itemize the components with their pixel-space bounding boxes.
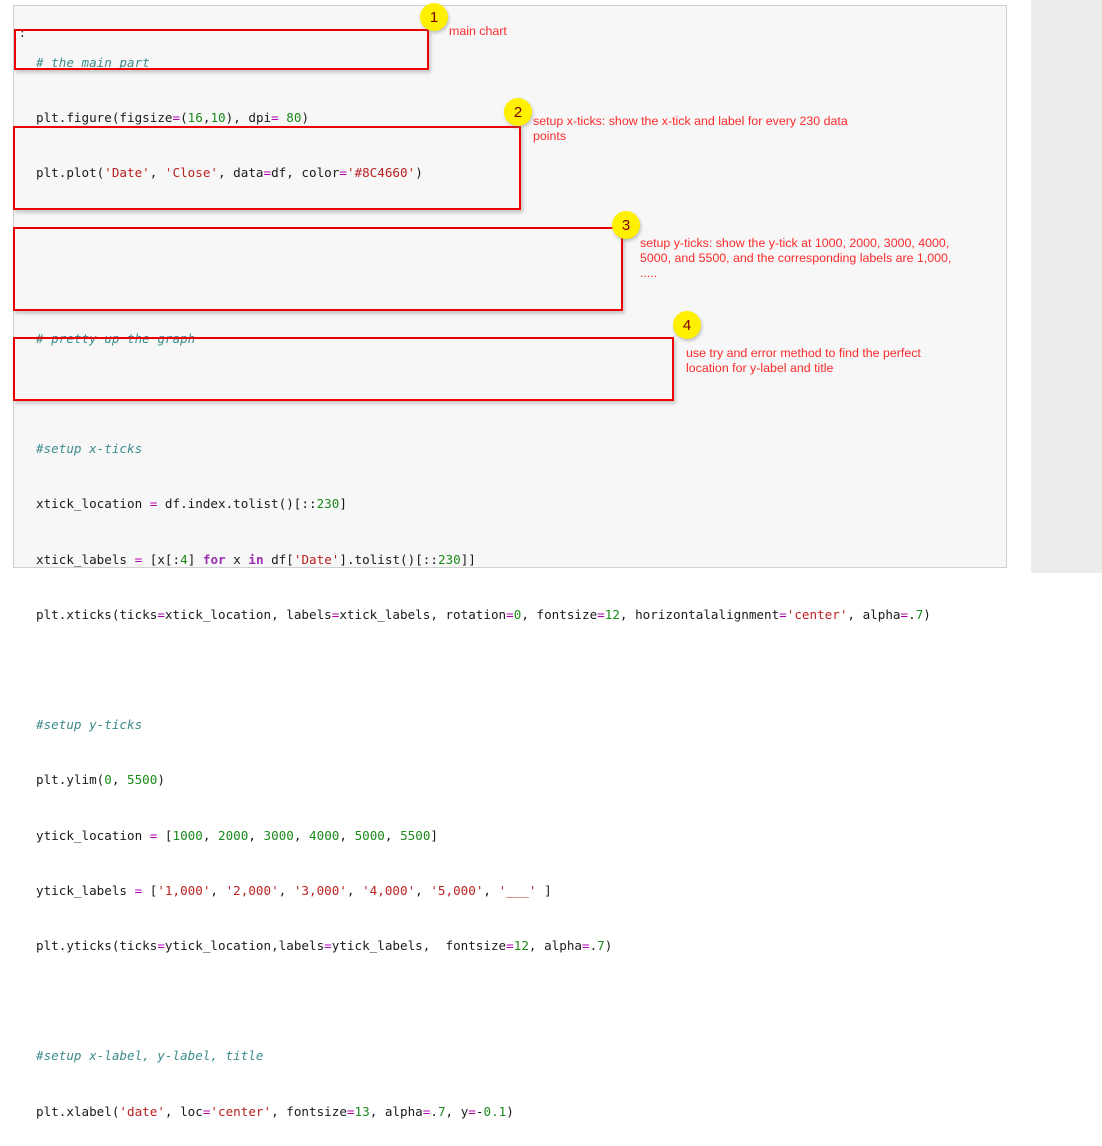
code-line: ytick_location = [1000, 2000, 3000, 4000… — [36, 827, 931, 845]
code-line: plt.ylim(0, 5500) — [36, 771, 931, 789]
code-line-text: plt.xlabel('date', loc='center', fontsiz… — [36, 1103, 514, 1119]
code-line-text: plt.ylim(0, 5500) — [36, 772, 165, 788]
code-line-text: ytick_location = [1000, 2000, 3000, 4000… — [36, 827, 439, 843]
annotation-badge-number: 3 — [621, 216, 631, 234]
notebook-root: : # the main part plt.figure(figsize=(16… — [0, 0, 1102, 1119]
code-line-text: plt.plot('Date', 'Close', data=df, color… — [36, 165, 423, 181]
notebook-right-gutter — [1008, 0, 1031, 573]
code-line: plt.yticks(ticks=ytick_location,labels=y… — [36, 937, 931, 955]
code-editor-content[interactable]: # the main part plt.figure(figsize=(16,1… — [36, 17, 931, 1146]
annotation-note-3: setup y-ticks: show the y-tick at 1000, … — [640, 236, 952, 280]
code-line-text: ytick_labels = ['1,000', '2,000', '3,000… — [36, 882, 552, 898]
annotation-badge-1: 1 — [420, 3, 448, 31]
annotation-badge-number: 1 — [429, 8, 439, 26]
annotation-note-4: use try and error method to find the per… — [686, 346, 921, 375]
code-line: xtick_labels = [x[:4] for x in df['Date'… — [36, 551, 931, 569]
code-line-text: plt.yticks(ticks=ytick_location,labels=y… — [36, 938, 613, 954]
code-line: #setup x-ticks — [36, 441, 143, 457]
code-line: plt.plot('Date', 'Close', data=df, color… — [36, 164, 931, 182]
annotation-badge-3: 3 — [612, 211, 640, 239]
code-line-text: plt.xticks(ticks=xtick_location, labels=… — [36, 606, 931, 622]
code-line: xtick_location = df.index.tolist()[::230… — [36, 495, 931, 513]
notebook-side-panel — [1031, 0, 1102, 573]
cell-prompt-marker: : — [18, 26, 26, 40]
code-line-text: plt.figure(figsize=(16,10), dpi= 80) — [36, 110, 310, 126]
code-cell[interactable]: : # the main part plt.figure(figsize=(16… — [13, 5, 1007, 1119]
code-line-text: xtick_location = df.index.tolist()[::230… — [36, 496, 347, 512]
code-line: plt.xticks(ticks=xtick_location, labels=… — [36, 606, 931, 624]
code-line: # the main part — [36, 54, 150, 70]
code-line: plt.xlabel('date', loc='center', fontsiz… — [36, 1103, 931, 1121]
code-line: #setup x-label, y-label, title — [36, 1048, 264, 1064]
annotation-note-2: setup x-ticks: show the x-tick and label… — [533, 114, 848, 143]
annotation-badge-number: 2 — [513, 103, 523, 121]
annotation-note-1: main chart — [449, 24, 507, 38]
code-line: #setup y-ticks — [36, 717, 143, 733]
annotation-badge-4: 4 — [673, 311, 701, 339]
annotation-badge-number: 4 — [682, 316, 692, 334]
annotation-badge-2: 2 — [504, 98, 532, 126]
code-line-text: xtick_labels = [x[:4] for x in df['Date'… — [36, 551, 476, 567]
code-line: ytick_labels = ['1,000', '2,000', '3,000… — [36, 882, 931, 900]
